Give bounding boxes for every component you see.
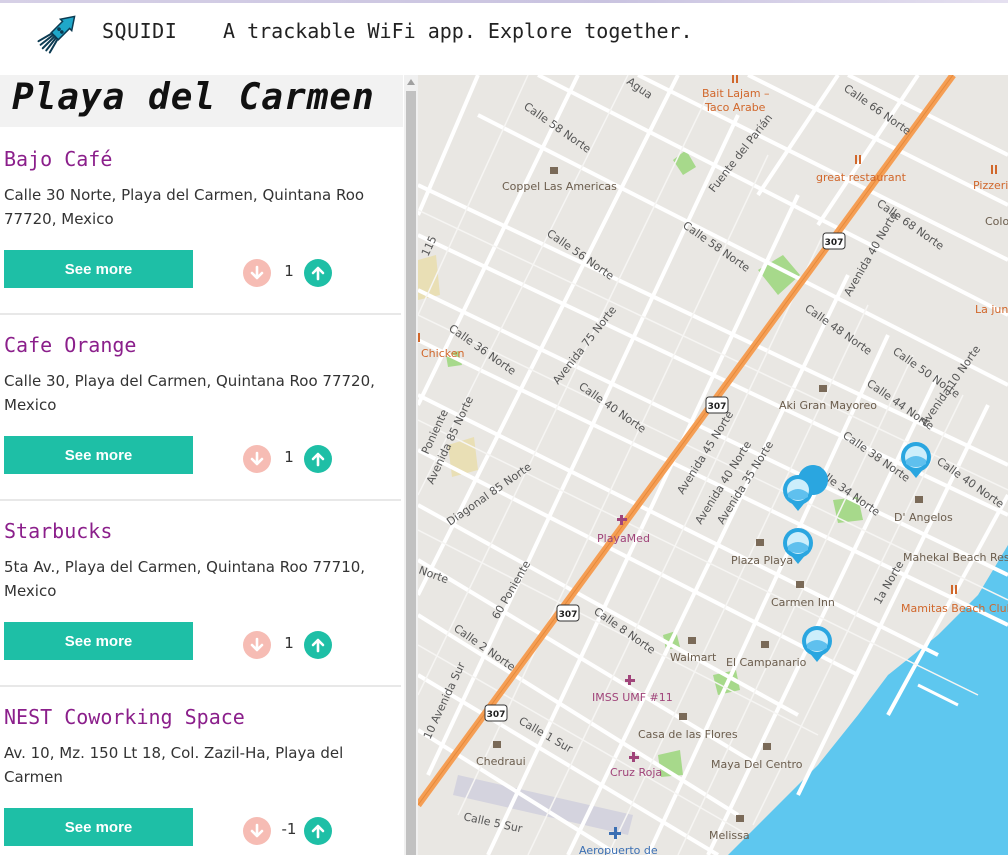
place-address: Calle 30 Norte, Playa del Carmen, Quinta… [4,186,365,228]
see-more-button[interactable]: See more [4,808,193,846]
scroll-thumb[interactable] [406,91,416,855]
city-map[interactable]: 307 307 307 307 Calle 58 Norte Calle 56 … [418,75,1008,855]
place-name[interactable]: Starbucks [4,519,112,543]
poi-label: El Campanario [726,656,807,669]
downvote-button[interactable] [243,259,271,287]
downvote-button[interactable] [243,631,271,659]
poi-label: Aeropuerto de [579,844,658,855]
place-card: Cafe Orange Calle 30, Playa del Carmen, … [0,313,401,501]
scroll-up-arrow-icon[interactable] [407,79,415,85]
downvote-button[interactable] [243,445,271,473]
brand-name: SQUIDI [102,19,178,43]
place-card: Bajo Café Calle 30 Norte, Playa del Carm… [0,127,401,315]
see-more-button[interactable]: See more [4,622,193,660]
poi-label: Taco Arabe [704,101,766,114]
poi-label: Pizzeri [973,179,1008,192]
poi-label: Plaza Playa [731,554,793,567]
poi-label: Coppel Las Americas [502,180,617,193]
arrow-up-icon [311,638,325,653]
arrow-down-icon [250,265,264,280]
poi-label: great restaurant [816,171,907,184]
poi-label: Casa de las Flores [638,728,738,741]
place-name[interactable]: Cafe Orange [4,333,136,357]
svg-text:307: 307 [487,710,506,720]
upvote-button[interactable] [304,445,332,473]
place-address: 5ta Av., Playa del Carmen, Quintana Roo … [4,558,366,600]
see-more-button[interactable]: See more [4,436,193,474]
poi-label: Carmen Inn [771,596,835,609]
poi-label: Colo [985,215,1008,228]
see-more-button[interactable]: See more [4,250,193,288]
poi-label: Chicken [421,347,465,360]
street-label: Calle 40 Norte [934,455,1006,511]
poi-label: Bait Lajam – [702,87,770,100]
place-address: Av. 10, Mz. 150 Lt 18, Col. Zazil-Ha, Pl… [4,744,344,786]
poi-label: Chedraui [476,755,526,768]
poi-label: PlayaMed [597,532,650,545]
poi-label: Melissa [709,829,750,842]
upvote-button[interactable] [304,817,332,845]
arrow-down-icon [250,823,264,838]
poi-label: La jung [975,303,1008,316]
upvote-button[interactable] [304,259,332,287]
street-label: Calle 5 Sur [462,810,524,835]
downvote-button[interactable] [243,817,271,845]
vote-count: 1 [284,448,294,466]
poi-label: Mahekal Beach Reso [903,551,1008,564]
map-canvas[interactable]: 307 307 307 307 Calle 58 Norte Calle 56 … [418,75,1008,855]
sidebar-scrollbar[interactable] [404,75,418,855]
vote-count: -1 [281,820,297,838]
arrow-down-icon [250,637,264,652]
place-card: NEST Coworking Space Av. 10, Mz. 150 Lt … [0,685,401,855]
app-header: SQUIDI A trackable WiFi app. Explore tog… [0,0,1008,75]
vote-count: 1 [284,262,294,280]
poi-label: Maya Del Centro [711,758,803,771]
street-label: Calle 40 Norte [576,380,648,436]
upvote-button[interactable] [304,631,332,659]
poi-label: Aki Gran Mayoreo [779,399,877,412]
place-name[interactable]: Bajo Café [4,147,112,171]
svg-text:307: 307 [825,238,844,248]
place-card: Starbucks 5ta Av., Playa del Carmen, Qui… [0,499,401,687]
arrow-down-icon [250,451,264,466]
place-address: Calle 30, Playa del Carmen, Quintana Roo… [4,372,375,414]
top-accent-line [0,0,1008,3]
street-label: 60 Poniente [489,558,533,621]
svg-text:307: 307 [559,610,578,620]
street-label: Calle 58 Norte [521,100,593,156]
poi-label: Cruz Roja [610,766,662,779]
poi-label: D' Angelos [894,511,953,524]
poi-label: IMSS UMF #11 [592,691,673,704]
wifi-marker-icon[interactable] [802,626,832,662]
poi-label: Mamitas Beach Club [901,602,1008,615]
arrow-up-icon [311,452,325,467]
place-name[interactable]: NEST Coworking Space [4,705,245,729]
arrow-up-icon [311,824,325,839]
squid-logo-icon[interactable] [34,8,84,56]
city-title: Playa del Carmen [12,77,375,118]
city-header: Playa del Carmen [0,75,403,127]
tagline: A trackable WiFi app. Explore together. [223,19,693,43]
arrow-up-icon [311,266,325,281]
poi-label: Walmart [670,651,717,664]
places-sidebar[interactable]: Playa del Carmen Bajo Café Calle 30 Nort… [0,75,418,855]
vote-count: 1 [284,634,294,652]
